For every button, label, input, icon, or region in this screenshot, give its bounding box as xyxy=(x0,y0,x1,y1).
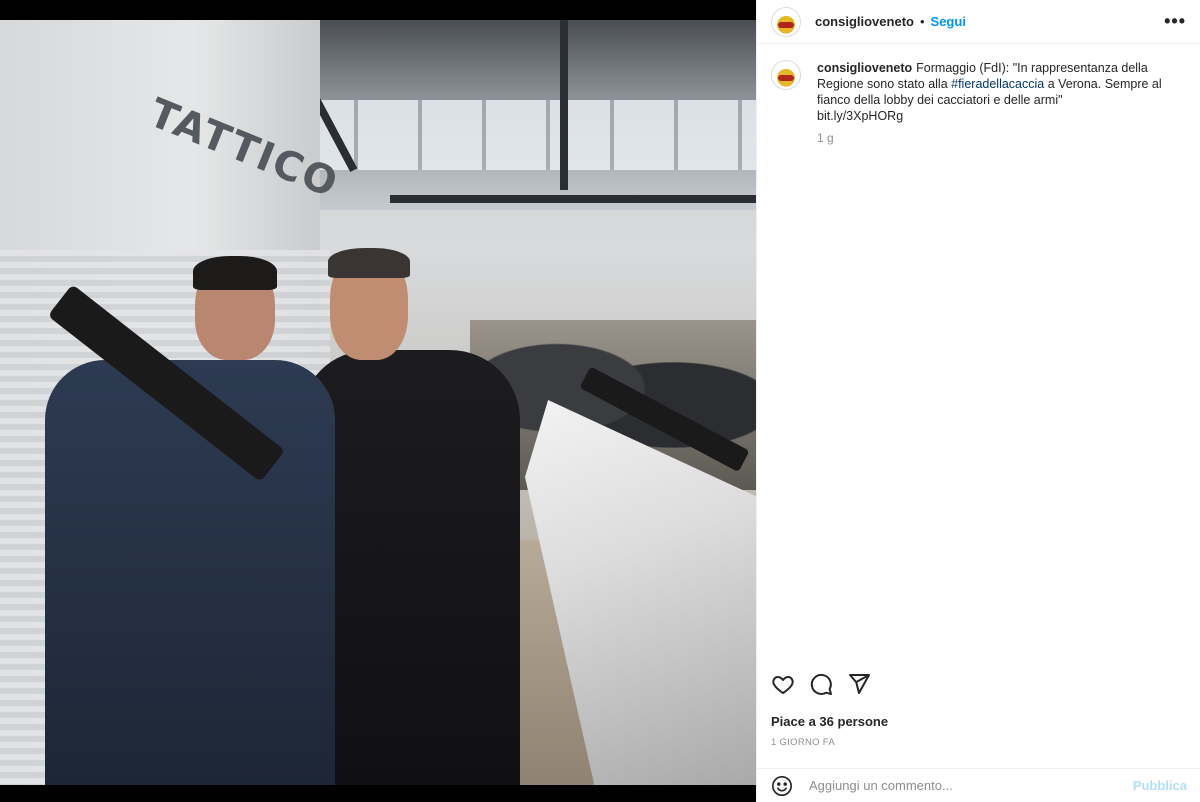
avatar[interactable] xyxy=(771,6,801,37)
likes-count[interactable]: Piace a 36 persone xyxy=(771,714,888,729)
likes-text[interactable]: Piace a 36 persone xyxy=(771,714,888,729)
caption-username[interactable]: consiglioveneto xyxy=(817,61,912,75)
publish-button[interactable]: Pubblica xyxy=(1133,778,1187,793)
photo-truss xyxy=(390,195,756,203)
post-sidebar: consiglioveneto • Segui ••• consiglioven… xyxy=(756,0,1200,802)
emoji-icon[interactable] xyxy=(771,775,793,797)
photo-truss xyxy=(560,20,568,190)
caption-time[interactable]: 1 g xyxy=(817,130,1177,146)
caption-hashtag[interactable]: #fieradellacaccia xyxy=(951,77,1044,91)
separator-dot: • xyxy=(919,14,925,29)
post-photo[interactable]: TATTICO xyxy=(0,20,756,785)
heart-icon[interactable] xyxy=(771,672,795,696)
comment-bar: Pubblica xyxy=(757,768,1200,802)
post-media: TATTICO xyxy=(0,0,756,802)
photo-person-hair xyxy=(193,256,277,290)
comment-input[interactable] xyxy=(807,777,1133,794)
action-bar xyxy=(757,672,1200,696)
caption-body: consiglioveneto Formaggio (FdI): "In rapp… xyxy=(817,60,1177,146)
caption-link[interactable]: bit.ly/3XpHORg xyxy=(817,109,903,123)
photo-person-hair xyxy=(328,248,410,278)
post-date: 1 GIORNO FA xyxy=(771,737,836,748)
follow-button[interactable]: Segui xyxy=(931,14,966,29)
avatar[interactable] xyxy=(771,60,801,90)
send-icon[interactable] xyxy=(847,672,871,696)
more-icon[interactable]: ••• xyxy=(1164,11,1186,32)
post-header: consiglioveneto • Segui ••• xyxy=(757,0,1200,44)
comment-icon[interactable] xyxy=(809,672,833,696)
header-username[interactable]: consiglioveneto xyxy=(815,14,914,29)
post-caption: consiglioveneto Formaggio (FdI): "In rapp… xyxy=(757,44,1200,146)
